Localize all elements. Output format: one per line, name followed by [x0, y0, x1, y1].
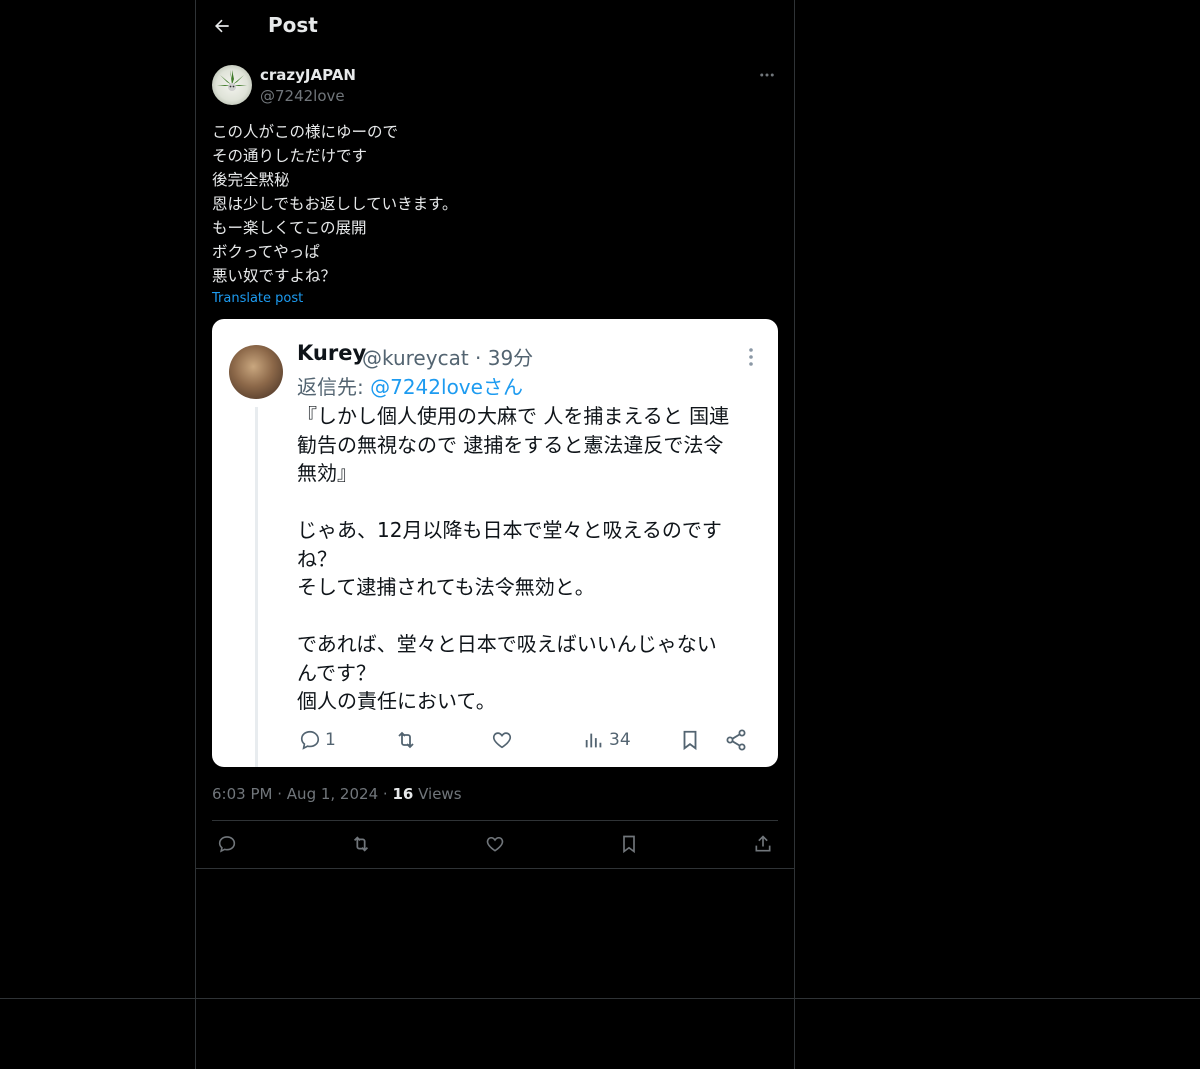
post-bottom-border — [196, 868, 794, 869]
header: Post — [196, 0, 794, 54]
embedded-like — [491, 727, 513, 753]
reply-icon — [300, 730, 320, 750]
embedded-line: じゃあ、12月以降も日本で堂々と吸えるのです — [297, 518, 722, 542]
reply-to-prefix: 返信先: — [297, 375, 371, 399]
post-line: その通りしただけです — [212, 147, 368, 165]
embedded-line: 無効』 — [297, 461, 357, 485]
views-label: Views — [418, 785, 462, 803]
embedded-author-name: Kurey — [297, 341, 367, 365]
embedded-views-count: 34 — [609, 730, 631, 750]
share-button[interactable] — [748, 832, 778, 856]
avatar[interactable] — [212, 65, 252, 105]
embedded-repost — [394, 727, 418, 753]
embedded-views: 34 — [583, 727, 631, 753]
post-line: もー楽しくてこの展開 — [212, 219, 367, 237]
bottom-divider — [0, 998, 1200, 999]
views-icon — [585, 733, 602, 748]
embedded-line: 『しかし個人使用の大麻で 人を捕まえると 国連 — [297, 404, 730, 428]
author-handle[interactable]: @7242love — [260, 87, 345, 105]
repost-button[interactable] — [346, 832, 376, 856]
meta-separator: · — [382, 785, 388, 803]
bookmark-button[interactable] — [614, 832, 644, 856]
thread-line — [255, 407, 258, 767]
heart-icon — [492, 732, 512, 749]
more-button[interactable] — [756, 64, 778, 86]
page-title: Post — [268, 13, 318, 37]
heart-icon — [486, 836, 504, 852]
share-icon — [755, 835, 771, 852]
views-count: 16 — [392, 785, 414, 803]
embedded-reply-count: 1 — [325, 730, 336, 750]
author-name[interactable]: crazyJAPAN — [260, 66, 356, 84]
repost-icon — [398, 731, 414, 749]
post-text: この人がこの様にゆーので その通りしただけです 後完全黙秘 恩は少しでもお返しし… — [212, 120, 772, 288]
embedded-action-bar: 1 34 — [297, 727, 757, 753]
post-line: この人がこの様にゆーので — [212, 123, 399, 141]
embedded-more-icon — [749, 348, 753, 366]
action-divider — [212, 820, 778, 821]
translate-post-link[interactable]: Translate post — [212, 291, 303, 306]
embedded-bookmark — [679, 727, 701, 753]
reply-icon — [218, 836, 236, 853]
post-line: 後完全黙秘 — [212, 171, 290, 189]
like-button[interactable] — [480, 832, 510, 856]
leaf-logo-icon — [217, 70, 247, 93]
embedded-line: であれば、堂々と日本で吸えばいいんじゃない — [297, 632, 717, 656]
bookmark-icon — [683, 730, 697, 751]
post-line: 恩は少しでもお返ししていきます。 — [212, 195, 458, 213]
embedded-reply-to: 返信先: @7242loveさん — [297, 371, 523, 400]
embedded-line: 個人の責任において。 — [297, 689, 496, 713]
embedded-paragraph-gap — [297, 488, 767, 517]
post-line: 悪い奴ですよね？ — [212, 267, 337, 285]
column-divider-right — [794, 0, 795, 1069]
bookmark-icon — [623, 835, 635, 854]
more-horizontal-icon — [760, 73, 774, 77]
post-time[interactable]: 6:03 PM — [212, 785, 272, 803]
embedded-reply: 1 — [299, 727, 336, 753]
embedded-line: そして逮捕されても法令無効と。 — [297, 575, 595, 599]
post-author: crazyJAPAN @7242love — [212, 64, 778, 108]
reply-to-mention: @7242loveさん — [370, 375, 523, 399]
post-date[interactable]: Aug 1, 2024 — [287, 785, 378, 803]
embedded-line: 勧告の無視なので 逮捕をすると憲法違反で法令 — [297, 432, 724, 457]
page: Post crazyJAPAN @7242love この人がこの様にゆーので そ… — [0, 0, 1200, 1069]
post-timestamp: 6:03 PM · Aug 1, 2024 · 16 Views — [212, 785, 462, 803]
share-nodes-icon — [726, 729, 746, 751]
embedded-share — [724, 727, 748, 753]
embedded-avatar — [229, 345, 283, 399]
post-action-bar — [212, 832, 778, 856]
column-divider-left — [195, 0, 196, 1069]
arrow-left-icon — [215, 19, 229, 33]
post-line: ボクってやっぱ — [212, 243, 320, 261]
back-button[interactable] — [208, 12, 236, 40]
embedded-line: ね？ — [297, 546, 337, 571]
repost-icon — [353, 836, 369, 852]
embedded-body: 『しかし個人使用の大麻で 人を捕まえると 国連 勧告の無視なので 逮捕をすると憲… — [297, 402, 767, 716]
embedded-screenshot[interactable]: Kurey @kureycat · 39分 返信先: @7242loveさん 『… — [212, 319, 778, 767]
embedded-author-meta: @kureycat · 39分 — [362, 346, 534, 370]
embedded-line: んです？ — [297, 660, 376, 685]
reply-button[interactable] — [212, 832, 242, 856]
embedded-paragraph-gap — [297, 602, 767, 631]
meta-separator: · — [277, 785, 283, 803]
